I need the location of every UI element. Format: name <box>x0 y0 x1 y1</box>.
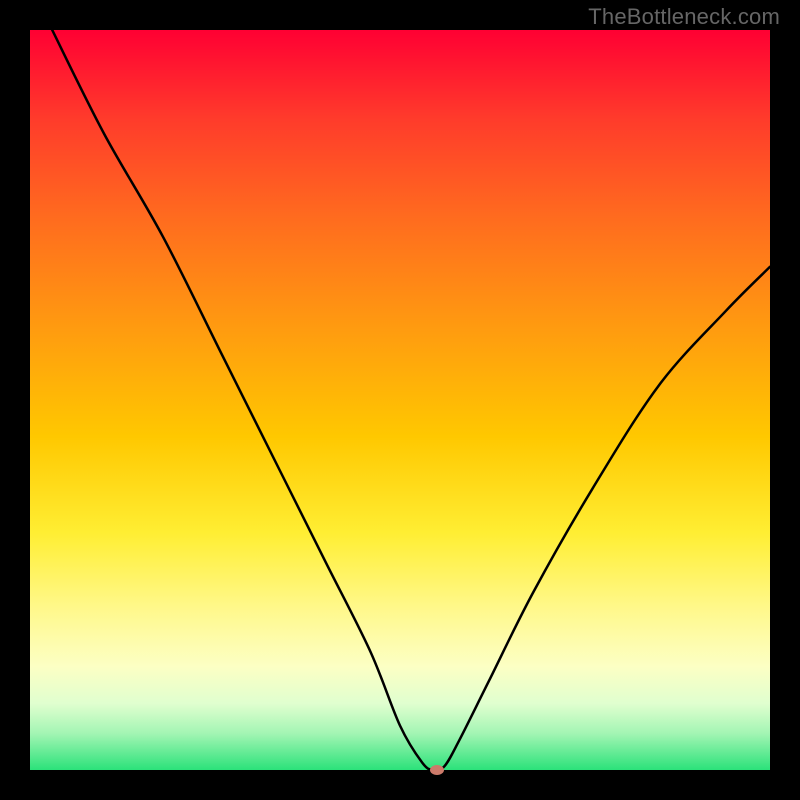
watermark-text: TheBottleneck.com <box>588 4 780 30</box>
curve-svg <box>30 30 770 770</box>
bottleneck-marker <box>430 765 444 775</box>
bottleneck-curve <box>52 30 770 770</box>
plot-area <box>30 30 770 770</box>
chart-container: TheBottleneck.com <box>0 0 800 800</box>
